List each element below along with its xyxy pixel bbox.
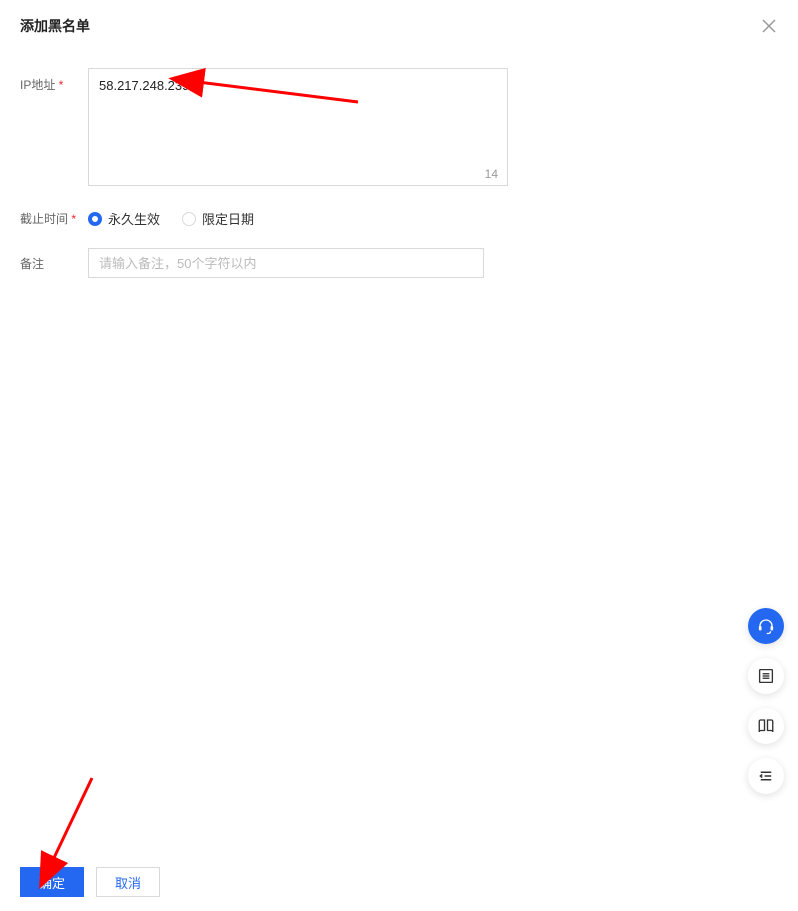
radio-limited-label: 限定日期 bbox=[202, 209, 254, 228]
remark-input[interactable] bbox=[88, 248, 484, 278]
dialog-header: 添加黑名单 bbox=[0, 0, 798, 50]
deadline-label: 截止时间 bbox=[20, 210, 88, 227]
float-collapse-button[interactable] bbox=[748, 758, 784, 794]
ip-address-row: IP地址 14 bbox=[20, 68, 778, 189]
menu-indent-icon bbox=[757, 767, 775, 785]
ip-char-count: 14 bbox=[485, 167, 498, 181]
confirm-button[interactable]: 确定 bbox=[20, 867, 84, 897]
headset-icon bbox=[757, 617, 775, 635]
float-list-button[interactable] bbox=[748, 658, 784, 694]
list-box-icon bbox=[757, 667, 775, 685]
radio-icon bbox=[182, 212, 196, 226]
remark-row: 备注 bbox=[20, 248, 778, 278]
radio-permanent-label: 永久生效 bbox=[108, 209, 160, 228]
deadline-row: 截止时间 永久生效 限定日期 bbox=[20, 209, 778, 228]
ip-textarea-wrap: 14 bbox=[88, 68, 508, 189]
ip-address-input[interactable] bbox=[88, 68, 508, 186]
blacklist-dialog: 添加黑名单 IP地址 14 截止时间 永久生效 bbox=[0, 0, 798, 911]
float-button-group bbox=[748, 608, 784, 794]
dialog-body: IP地址 14 截止时间 永久生效 限定日期 bbox=[0, 50, 798, 278]
book-open-icon bbox=[757, 717, 775, 735]
dialog-footer: 确定 取消 bbox=[0, 853, 798, 911]
radio-permanent[interactable]: 永久生效 bbox=[88, 209, 160, 228]
radio-limited[interactable]: 限定日期 bbox=[182, 209, 254, 228]
radio-icon bbox=[88, 212, 102, 226]
cancel-button[interactable]: 取消 bbox=[96, 867, 160, 897]
dialog-title: 添加黑名单 bbox=[20, 16, 90, 36]
float-docs-button[interactable] bbox=[748, 708, 784, 744]
remark-label: 备注 bbox=[20, 255, 88, 272]
close-icon bbox=[762, 19, 776, 33]
deadline-radio-group: 永久生效 限定日期 bbox=[88, 209, 254, 228]
ip-address-label: IP地址 bbox=[20, 68, 88, 93]
float-support-button[interactable] bbox=[748, 608, 784, 644]
close-button[interactable] bbox=[760, 17, 778, 35]
